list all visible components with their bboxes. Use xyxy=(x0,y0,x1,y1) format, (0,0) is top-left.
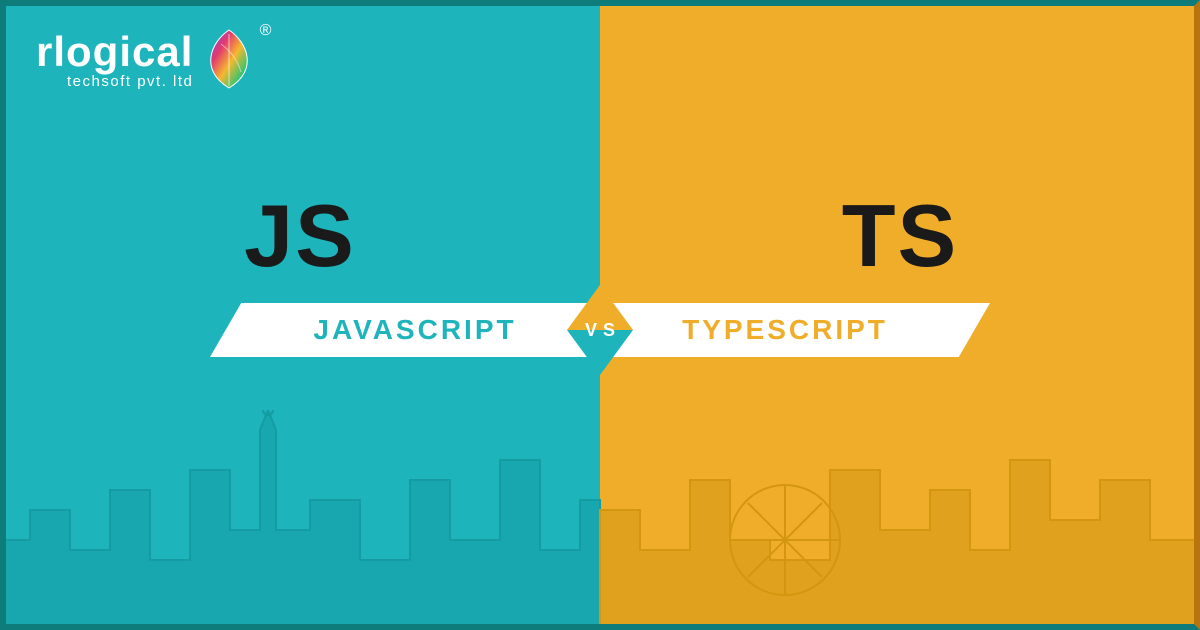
vs-badge: VS xyxy=(567,297,633,363)
vs-text: VS xyxy=(567,297,633,363)
